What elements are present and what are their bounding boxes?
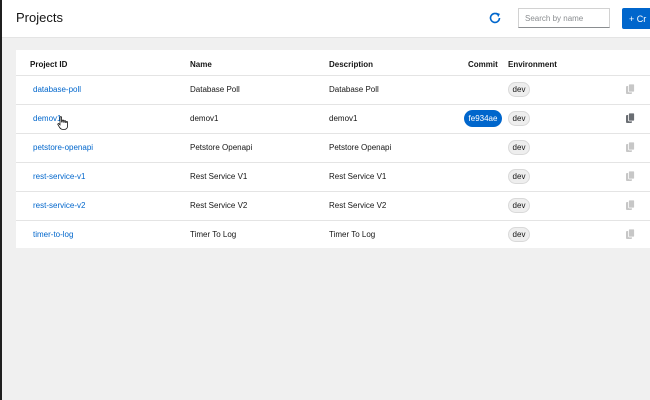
project-id-link[interactable]: rest-service-v1 xyxy=(33,172,85,181)
project-name: Timer To Log xyxy=(190,230,237,239)
project-description: Database Poll xyxy=(329,85,379,94)
project-name: Rest Service V2 xyxy=(190,201,248,210)
project-name: Rest Service V1 xyxy=(190,172,248,181)
project-name: Database Poll xyxy=(190,85,240,94)
copy-icon[interactable] xyxy=(626,113,635,123)
search-input[interactable] xyxy=(518,8,610,28)
project-description: Timer To Log xyxy=(329,230,376,239)
project-id-link[interactable]: rest-service-v2 xyxy=(33,201,85,210)
copy-icon[interactable] xyxy=(626,229,635,239)
table-row[interactable]: rest-service-v1 Rest Service V1 Rest Ser… xyxy=(16,162,650,191)
project-id-link[interactable]: petstore-openapi xyxy=(33,143,93,152)
project-name: Petstore Openapi xyxy=(190,143,253,152)
page-title: Projects xyxy=(16,10,63,25)
projects-table: Project ID Name Description Commit Envir… xyxy=(16,50,650,248)
table-row[interactable]: rest-service-v2 Rest Service V2 Rest Ser… xyxy=(16,191,650,220)
column-header-description[interactable]: Description xyxy=(329,60,373,69)
project-id-link[interactable]: timer-to-log xyxy=(33,230,73,239)
column-header-commit: Commit xyxy=(468,60,498,69)
environment-badge: dev xyxy=(508,169,530,184)
table-row[interactable]: petstore-openapi Petstore Openapi Petsto… xyxy=(16,133,650,162)
copy-icon[interactable] xyxy=(626,200,635,210)
refresh-icon[interactable] xyxy=(488,11,502,25)
environment-badge: dev xyxy=(508,140,530,155)
table-row[interactable]: database-poll Database Poll Database Pol… xyxy=(16,75,650,104)
project-description: Petstore Openapi xyxy=(329,143,392,152)
table-row[interactable]: demov1 demov1 demov1 fe934ae dev xyxy=(16,104,650,133)
column-header-environment: Environment xyxy=(508,60,557,69)
environment-badge: dev xyxy=(508,82,530,97)
column-header-project-id[interactable]: Project ID xyxy=(30,60,67,69)
hand-cursor-icon xyxy=(57,116,68,130)
environment-badge: dev xyxy=(508,111,530,126)
copy-icon[interactable] xyxy=(626,84,635,94)
column-header-name[interactable]: Name xyxy=(190,60,212,69)
environment-badge: dev xyxy=(508,198,530,213)
project-description: demov1 xyxy=(329,114,358,123)
window-edge xyxy=(0,0,2,400)
copy-icon[interactable] xyxy=(626,142,635,152)
copy-icon[interactable] xyxy=(626,171,635,181)
project-name: demov1 xyxy=(190,114,219,123)
environment-badge: dev xyxy=(508,227,530,242)
project-description: Rest Service V1 xyxy=(329,172,387,181)
project-description: Rest Service V2 xyxy=(329,201,387,210)
page-header: Projects + Cr xyxy=(2,0,650,38)
project-id-link[interactable]: database-poll xyxy=(33,85,81,94)
commit-badge[interactable]: fe934ae xyxy=(464,110,502,127)
create-project-button[interactable]: + Cr xyxy=(622,8,650,29)
table-row[interactable]: timer-to-log Timer To Log Timer To Log d… xyxy=(16,220,650,249)
